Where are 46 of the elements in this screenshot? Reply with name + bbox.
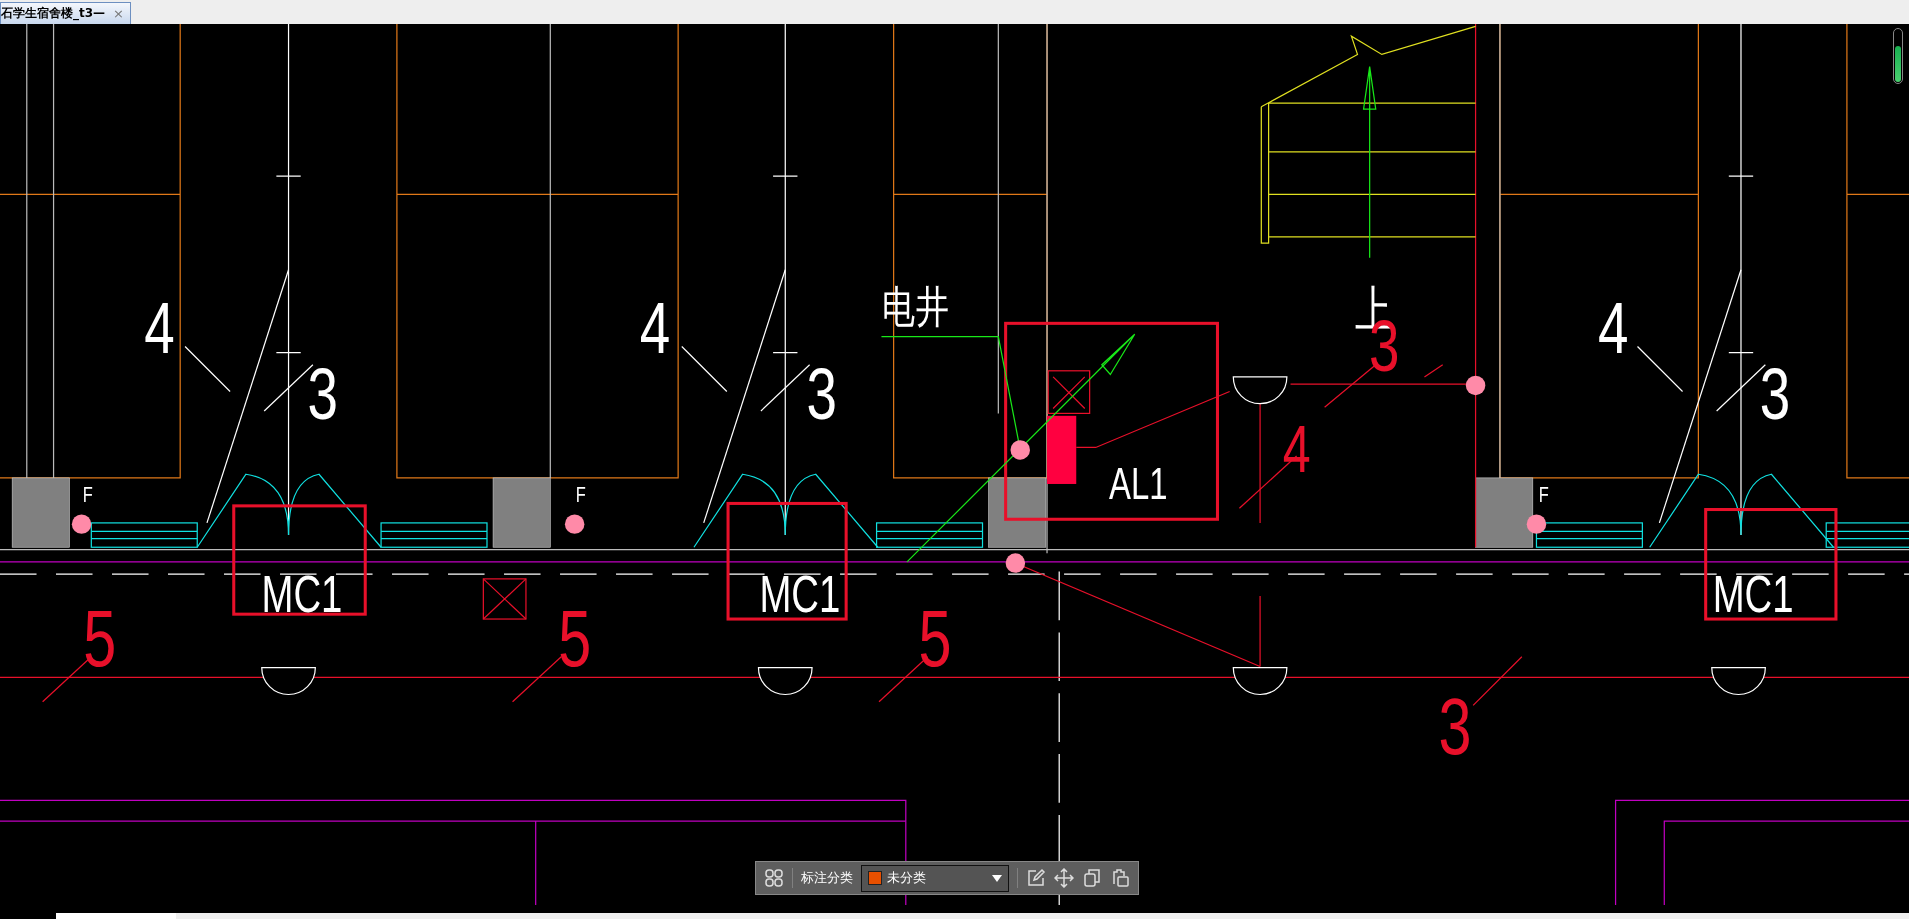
- drawing-label: MC1: [1712, 565, 1794, 624]
- column-block: [492, 477, 551, 548]
- document-title: 石学生宿舍楼_t3—: [1, 5, 106, 22]
- lamp-symbol: [1232, 667, 1288, 696]
- grid-icon[interactable]: [764, 868, 784, 888]
- category-label: 标注分类: [801, 869, 853, 887]
- drawing-label: 4: [144, 286, 175, 369]
- lamp-symbol: [261, 667, 316, 696]
- drawing-label: 4: [639, 286, 671, 369]
- grip-point[interactable]: [1465, 375, 1486, 396]
- drawing-label: 5: [83, 595, 117, 684]
- drawing-label: 5: [558, 595, 592, 684]
- grip-point[interactable]: [1526, 514, 1547, 534]
- column-block: [1475, 477, 1534, 548]
- document-tab[interactable]: 石学生宿舍楼_t3— ×: [0, 2, 131, 24]
- drawing-label: MC1: [261, 565, 343, 624]
- drawing-label: 4: [1597, 286, 1629, 369]
- column-block: [988, 477, 1047, 548]
- circuit-line: [1423, 364, 1444, 378]
- drawing-label: 3: [1438, 682, 1472, 772]
- paste-icon[interactable]: [1110, 868, 1130, 888]
- drawing-label: MC1: [759, 565, 841, 624]
- distribution-panel: [1047, 415, 1077, 484]
- lamp-symbol: [1232, 376, 1288, 405]
- grip-point[interactable]: [1010, 440, 1030, 460]
- drawing-label: F: [1538, 481, 1549, 507]
- drawing-label: 5: [918, 595, 952, 684]
- drawing-label: F: [575, 481, 586, 507]
- drawing-label: AL1: [1109, 459, 1168, 508]
- close-tab-button[interactable]: ×: [113, 6, 124, 21]
- grip-point[interactable]: [1005, 553, 1026, 573]
- caret-icon: [992, 874, 1002, 882]
- move-icon[interactable]: [1054, 868, 1074, 888]
- grip-point[interactable]: [71, 514, 92, 534]
- lamp-symbol: [1711, 667, 1766, 696]
- drawing-label: 3: [806, 353, 838, 436]
- drawing-label: 3: [1759, 353, 1791, 436]
- grip-point[interactable]: [564, 514, 585, 534]
- column-block: [11, 477, 70, 548]
- drawing-label: 3: [307, 353, 338, 436]
- lamp-symbol: [757, 667, 813, 696]
- drawing-label: 4: [1282, 410, 1311, 487]
- category-dropdown[interactable]: 未分类: [861, 864, 1009, 892]
- copy-icon[interactable]: [1082, 868, 1102, 888]
- drawing-label: F: [82, 481, 93, 507]
- edit-icon[interactable]: [1026, 868, 1046, 888]
